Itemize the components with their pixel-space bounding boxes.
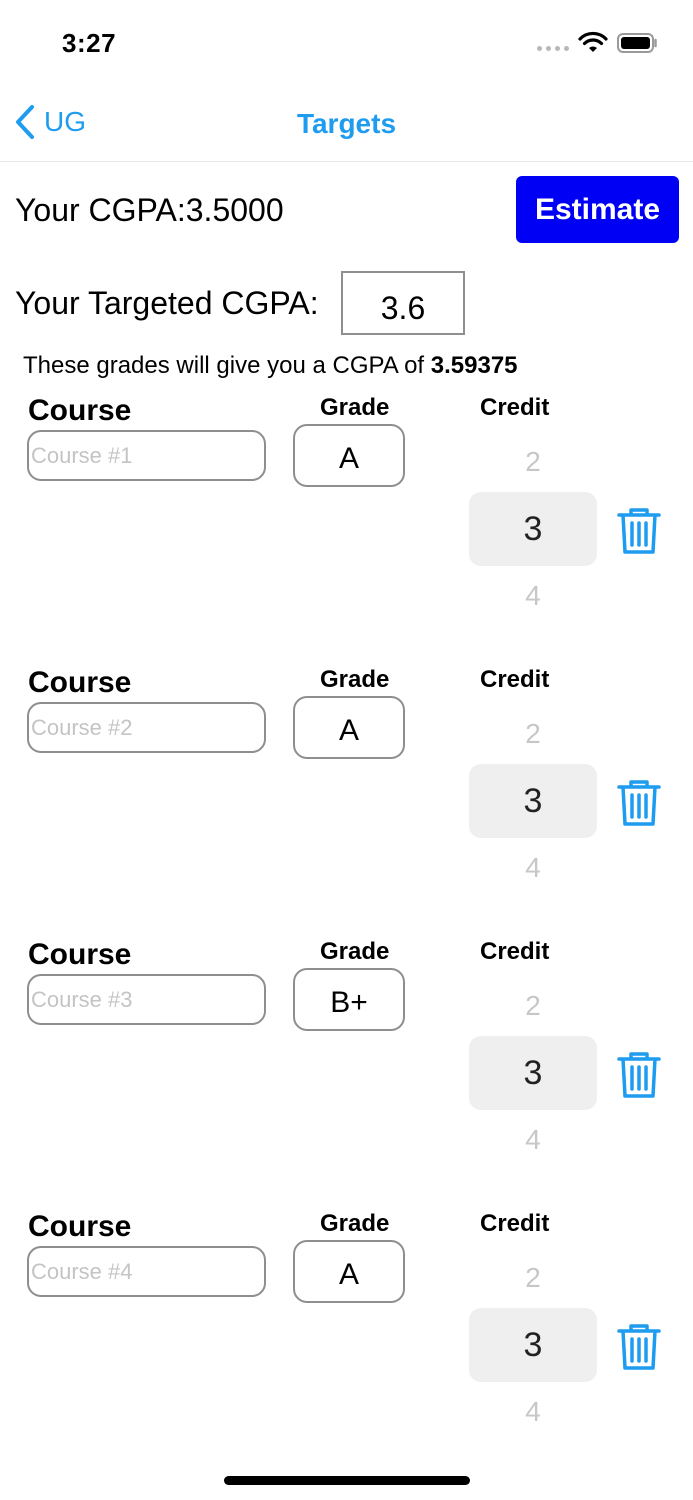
home-indicator[interactable] (224, 1476, 470, 1485)
battery-icon (617, 33, 657, 53)
trash-icon (617, 1052, 661, 1098)
page-title: Targets (296, 108, 397, 139)
delete-course-button[interactable] (614, 1322, 664, 1372)
credit-column-label: Credit (480, 1210, 550, 1237)
course-row: Course Grade Credit A 2 3 4 (0, 1210, 693, 1482)
course-column-label: Course (28, 938, 132, 971)
credit-picker-next-option[interactable]: 4 (469, 580, 597, 612)
grade-column-label: Grade (320, 394, 390, 421)
grade-column-label: Grade (320, 666, 390, 693)
status-icons (537, 31, 659, 55)
credit-picker-prev-option[interactable]: 2 (469, 718, 597, 750)
credit-picker-prev-option[interactable]: 2 (469, 446, 597, 478)
credit-picker-prev-option[interactable]: 2 (469, 1262, 597, 1294)
wifi-icon (578, 31, 608, 52)
course-row: Course Grade Credit A 2 3 4 (0, 666, 693, 938)
course-column-label: Course (28, 394, 132, 427)
result-prefix: These grades will give you a CGPA of (23, 352, 431, 379)
course-row: Course Grade Credit A 2 3 4 (0, 394, 693, 666)
credit-column-label: Credit (480, 394, 550, 421)
credit-picker-selected[interactable]: 3 (469, 1308, 597, 1382)
credit-column-label: Credit (480, 938, 550, 965)
credit-picker-next-option[interactable]: 4 (469, 852, 597, 884)
course-name-input[interactable] (27, 1246, 266, 1297)
credit-column-label: Credit (480, 666, 550, 693)
grade-selector[interactable]: A (293, 1240, 405, 1303)
course-name-input[interactable] (27, 974, 266, 1025)
status-time: 3:27 (62, 28, 117, 58)
delete-course-button[interactable] (614, 506, 664, 556)
course-name-input[interactable] (27, 702, 266, 753)
targeted-cgpa-label: Your Targeted CGPA: (15, 285, 319, 321)
navigation-bar: UG Targets (0, 88, 693, 162)
course-column-label: Course (28, 666, 132, 699)
delete-course-button[interactable] (614, 1050, 664, 1100)
grade-selector[interactable]: A (293, 424, 405, 487)
status-bar: 3:27 (0, 0, 693, 88)
credit-picker-selected[interactable]: 3 (469, 492, 597, 566)
grade-selector[interactable]: A (293, 696, 405, 759)
result-text: These grades will give you a CGPA of 3.5… (23, 352, 518, 380)
grade-column-label: Grade (320, 938, 390, 965)
current-cgpa-label: Your CGPA:3.5000 (15, 192, 284, 228)
trash-icon (617, 1324, 661, 1370)
estimate-button[interactable]: Estimate (516, 176, 679, 243)
trash-icon (617, 780, 661, 826)
cellular-signal-icon (537, 45, 569, 51)
credit-picker-next-option[interactable]: 4 (469, 1396, 597, 1428)
credit-picker-prev-option[interactable]: 2 (469, 990, 597, 1022)
targeted-cgpa-input[interactable] (341, 271, 465, 335)
grade-column-label: Grade (320, 1210, 390, 1237)
credit-picker-selected[interactable]: 3 (469, 1036, 597, 1110)
course-row: Course Grade Credit B+ 2 3 4 (0, 938, 693, 1210)
trash-icon (617, 508, 661, 554)
course-name-input[interactable] (27, 430, 266, 481)
credit-picker-next-option[interactable]: 4 (469, 1124, 597, 1156)
credit-picker-selected[interactable]: 3 (469, 764, 597, 838)
result-cgpa-value: 3.59375 (430, 352, 518, 379)
grade-selector[interactable]: B+ (293, 968, 405, 1031)
delete-course-button[interactable] (614, 778, 664, 828)
course-column-label: Course (28, 1210, 132, 1243)
